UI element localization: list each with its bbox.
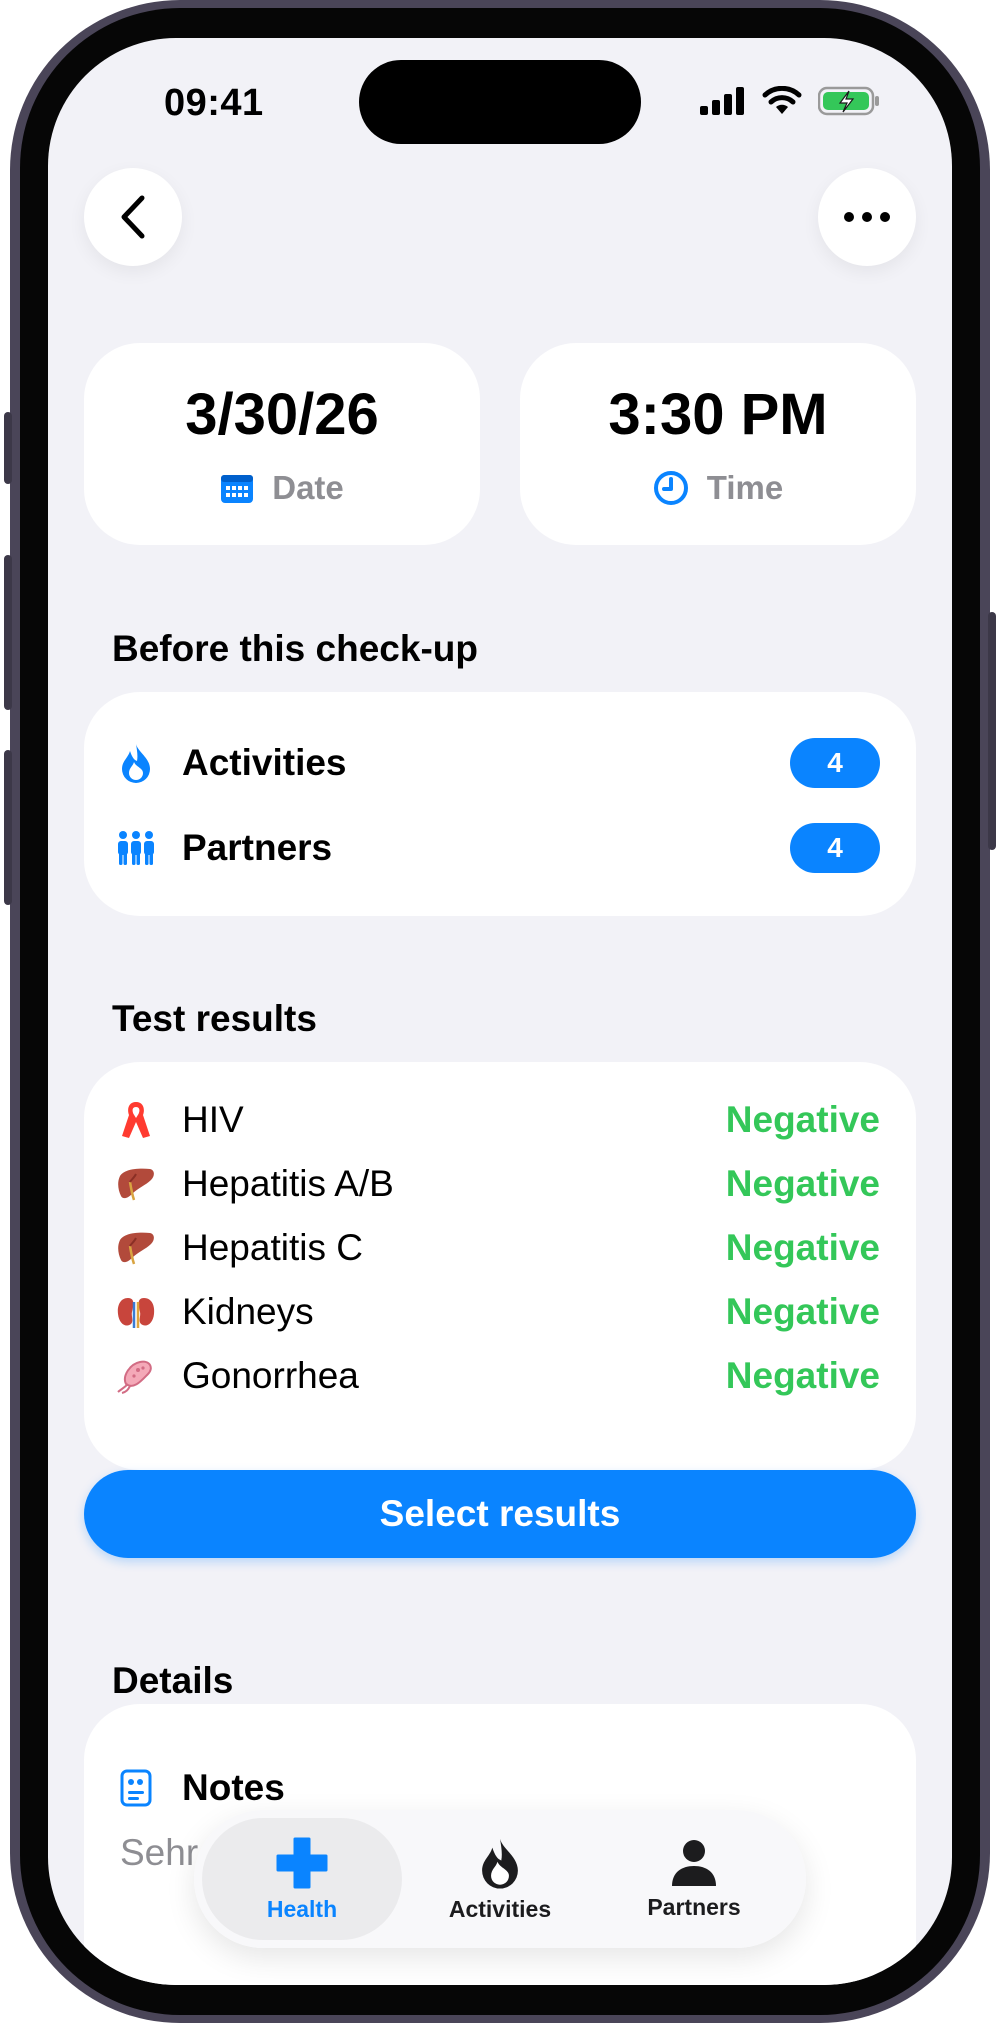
status-time: 09:41	[164, 82, 264, 124]
date-value: 3/30/26	[185, 382, 379, 447]
result-label-gonorrhea: Gonorrhea	[182, 1355, 359, 1396]
partners-row[interactable]: Partners 4	[84, 818, 916, 878]
result-value-hepatitis-ab: Negative	[725, 1163, 880, 1204]
time-label: Time	[706, 469, 784, 506]
activities-label: Activities	[182, 742, 347, 783]
kidneys-icon	[116, 1292, 156, 1332]
result-row-hepatitis-ab[interactable]: Hepatitis A/B Negative	[84, 1154, 916, 1214]
people-icon	[116, 828, 156, 868]
wifi-icon	[762, 86, 802, 114]
power-button	[988, 612, 996, 850]
result-value-hiv: Negative	[725, 1099, 880, 1140]
back-button[interactable]	[84, 168, 182, 266]
person-icon	[672, 1839, 716, 1886]
notes-preview: Sehr	[120, 1832, 199, 1873]
result-label-hiv: HIV	[182, 1099, 244, 1140]
notes-icon	[116, 1768, 156, 1808]
status-icons	[700, 86, 880, 116]
date-label: Date	[272, 469, 344, 506]
result-row-hepatitis-c[interactable]: Hepatitis C Negative	[84, 1218, 916, 1278]
tab-activities[interactable]: Activities	[400, 1818, 600, 1940]
ribbon-icon	[116, 1100, 156, 1140]
action-button	[4, 412, 12, 484]
before-card: Activities 4 Partners 4	[84, 692, 916, 916]
activities-row[interactable]: Activities 4	[84, 733, 916, 793]
tab-activities-label: Activities	[448, 1895, 552, 1922]
time-value: 3:30 PM	[608, 382, 828, 447]
details-section-title: Details	[112, 1660, 234, 1701]
tab-health[interactable]: Health	[202, 1818, 402, 1940]
result-value-hepatitis-c: Negative	[725, 1227, 880, 1268]
dynamic-island	[359, 60, 641, 144]
tab-partners[interactable]: Partners	[594, 1818, 794, 1940]
flame-icon	[482, 1838, 518, 1889]
result-row-hiv[interactable]: HIV Negative	[84, 1090, 916, 1150]
result-row-kidneys[interactable]: Kidneys Negative	[84, 1282, 916, 1342]
liver-icon	[116, 1164, 156, 1204]
result-label-hepatitis-ab: Hepatitis A/B	[182, 1163, 394, 1204]
tab-partners-label: Partners	[647, 1893, 741, 1920]
bacteria-icon	[116, 1356, 156, 1396]
calendar-icon	[221, 475, 254, 503]
app-screen: 09:41 3/30/26 Date 3:30 PM Time Before t…	[48, 38, 952, 1985]
result-label-hepatitis-c: Hepatitis C	[182, 1227, 363, 1268]
cellular-signal-icon	[700, 87, 744, 115]
notes-row[interactable]: Notes	[84, 1758, 916, 1818]
tab-bar: Health Activities Partners	[194, 1810, 806, 1948]
result-label-kidneys: Kidneys	[182, 1291, 314, 1332]
liver-icon	[116, 1228, 156, 1268]
partners-label: Partners	[182, 827, 333, 868]
activities-count-badge: 4	[790, 738, 880, 788]
battery-charging-icon	[818, 86, 879, 116]
more-options-button[interactable]	[818, 168, 916, 266]
time-card[interactable]: 3:30 PM Time	[520, 343, 916, 545]
time-label-row: Time	[520, 469, 916, 507]
clock-icon	[653, 471, 688, 505]
chevron-left-icon	[121, 195, 145, 239]
volume-up-button	[4, 555, 12, 710]
notes-label: Notes	[182, 1767, 285, 1808]
result-row-gonorrhea[interactable]: Gonorrhea Negative	[84, 1346, 916, 1406]
before-section-title: Before this check-up	[112, 628, 478, 669]
tab-health-label: Health	[266, 1895, 338, 1922]
results-card: HIV Negative Hepatitis A/B Negative Hepa…	[84, 1062, 916, 1470]
flame-icon	[116, 743, 156, 783]
plus-icon	[276, 1837, 328, 1888]
select-results-button[interactable]: Select results	[84, 1470, 916, 1558]
result-value-gonorrhea: Negative	[725, 1355, 880, 1396]
result-value-kidneys: Negative	[725, 1291, 880, 1332]
partners-count-badge: 4	[790, 823, 880, 873]
date-card[interactable]: 3/30/26 Date	[84, 343, 480, 545]
date-label-row: Date	[84, 469, 480, 507]
ellipsis-icon	[844, 212, 890, 222]
volume-down-button	[4, 750, 12, 905]
results-section-title: Test results	[112, 998, 317, 1039]
